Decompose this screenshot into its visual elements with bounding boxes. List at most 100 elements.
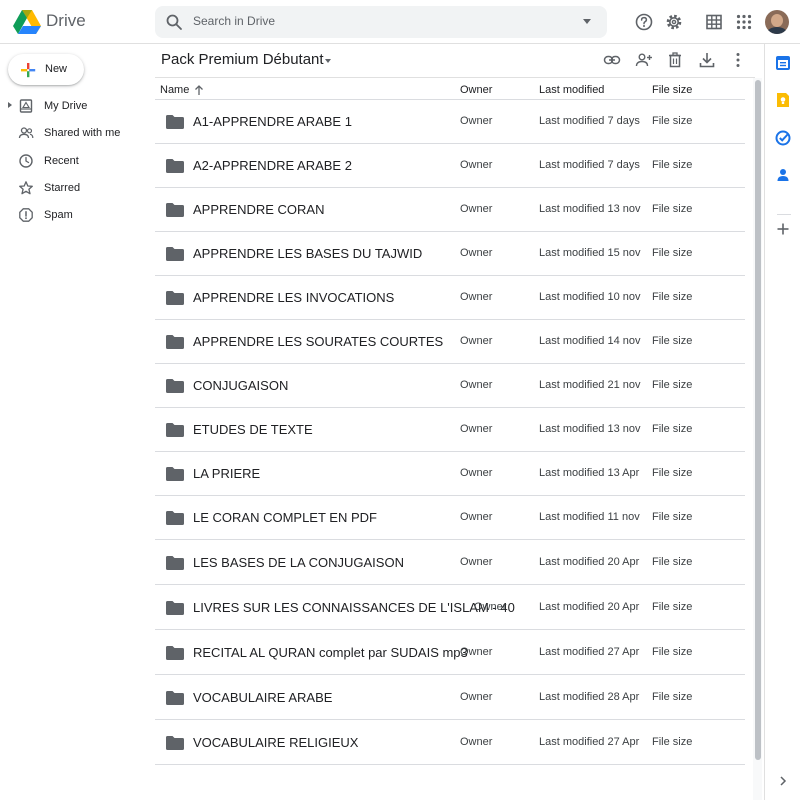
search-options-icon[interactable] (583, 19, 591, 24)
row-owner: Owner (460, 736, 493, 748)
calendar-icon[interactable] (774, 54, 792, 72)
folder-icon (166, 335, 184, 349)
sidebar-item-label: Recent (44, 155, 79, 167)
row-file-name: VOCABULAIRE ARABE (193, 690, 333, 705)
table-row[interactable]: LES BASES DE LA CONJUGAISON Owner Last m… (155, 540, 745, 585)
drive-logo-icon[interactable] (13, 9, 41, 35)
row-owner: Owner (460, 247, 493, 259)
sidebar-item-label: Shared with me (44, 127, 121, 139)
row-owner: Owner (474, 601, 507, 613)
row-owner: Owner (460, 556, 493, 568)
table-row[interactable]: ETUDES DE TEXTE Owner Last modified 13 n… (155, 408, 745, 452)
row-owner: Owner (460, 423, 493, 435)
grid-view-icon[interactable] (704, 12, 724, 32)
row-file-name: APPRENDRE CORAN (193, 202, 325, 217)
sidebar-item-recent[interactable]: Recent (0, 150, 150, 172)
table-row[interactable]: A1-APPRENDRE ARABE 1 Owner Last modified… (155, 100, 745, 144)
table-row[interactable]: A2-APPRENDRE ARABE 2 Owner Last modified… (155, 144, 745, 188)
row-file-size: File size (652, 423, 693, 435)
column-header-name[interactable]: Name (160, 84, 189, 96)
chevron-right-icon[interactable] (776, 774, 790, 788)
add-person-icon[interactable] (635, 51, 653, 69)
row-owner: Owner (460, 646, 493, 658)
settings-gear-icon[interactable] (664, 12, 684, 32)
row-owner: Owner (460, 159, 493, 171)
row-last-modified: Last modified 20 Apr (539, 556, 640, 568)
folder-icon (166, 556, 184, 570)
row-owner: Owner (460, 203, 493, 215)
sidebar-item-label: Starred (44, 182, 81, 194)
folder-icon (166, 736, 184, 750)
side-panel-divider (777, 214, 791, 215)
table-row[interactable]: VOCABULAIRE ARABE Owner Last modified 28… (155, 675, 745, 720)
more-vert-icon[interactable] (729, 51, 747, 69)
link-icon[interactable] (603, 51, 621, 69)
new-button[interactable]: New (8, 54, 84, 85)
row-file-name: LA PRIERE (193, 466, 261, 481)
table-row[interactable]: APPRENDRE LES BASES DU TAJWID Owner Last… (155, 232, 745, 276)
table-row[interactable]: LA PRIERE Owner Last modified 13 Apr Fil… (155, 452, 745, 496)
contacts-icon[interactable] (774, 166, 792, 184)
table-row[interactable]: LE CORAN COMPLET EN PDF Owner Last modif… (155, 496, 745, 540)
folder-icon (166, 691, 184, 705)
keep-icon[interactable] (774, 91, 792, 109)
plus-icon (21, 63, 36, 78)
add-addon-plus-icon[interactable] (774, 220, 792, 238)
row-file-size: File size (652, 601, 693, 613)
row-last-modified: Last modified 13 nov (539, 423, 641, 435)
folder-menu-chevron-icon[interactable] (325, 59, 331, 63)
trash-icon[interactable] (666, 51, 684, 69)
table-row[interactable]: APPRENDRE CORAN Owner Last modified 13 n… (155, 188, 745, 232)
row-owner: Owner (460, 467, 493, 479)
top-bar: Drive Search in Drive (0, 0, 800, 44)
search-bar[interactable]: Search in Drive (155, 6, 607, 38)
sidebar-item-label: Spam (44, 209, 73, 221)
sidebar-item-spam[interactable]: Spam (0, 204, 150, 226)
folder-icon (166, 646, 184, 660)
table-row[interactable]: APPRENDRE LES SOURATES COURTES Owner Las… (155, 320, 745, 364)
row-last-modified: Last modified 21 nov (539, 379, 641, 391)
sidebar-item-my-drive[interactable]: My Drive (0, 95, 150, 117)
table-row[interactable]: RECITAL AL QURAN complet par SUDAIS mp3 … (155, 630, 745, 675)
row-file-name: LES BASES DE LA CONJUGAISON (193, 555, 404, 570)
column-header-file-size[interactable]: File size (652, 84, 692, 96)
row-last-modified: Last modified 7 days (539, 115, 640, 127)
folder-icon (166, 511, 184, 525)
apps-grid-icon[interactable] (734, 12, 754, 32)
help-icon[interactable] (634, 12, 654, 32)
title-divider (155, 77, 755, 78)
sidebar-item-shared-with-me[interactable]: Shared with me (0, 122, 150, 144)
row-owner: Owner (460, 335, 493, 347)
expand-arrow-icon[interactable] (8, 102, 12, 108)
column-header-owner[interactable]: Owner (460, 84, 492, 96)
sidebar-item-starred[interactable]: Starred (0, 177, 150, 199)
folder-icon (166, 159, 184, 173)
table-row[interactable]: CONJUGAISON Owner Last modified 21 nov F… (155, 364, 745, 408)
tasks-icon[interactable] (774, 129, 792, 147)
row-owner: Owner (460, 291, 493, 303)
row-file-size: File size (652, 115, 693, 127)
row-file-name: A1-APPRENDRE ARABE 1 (193, 114, 352, 129)
shared-icon (18, 127, 34, 139)
row-file-size: File size (652, 646, 693, 658)
column-header-last-modified[interactable]: Last modified (539, 84, 604, 96)
row-owner: Owner (460, 379, 493, 391)
new-button-label: New (45, 63, 68, 75)
table-row[interactable]: VOCABULAIRE RELIGIEUX Owner Last modifie… (155, 720, 745, 765)
sidebar-item-label: My Drive (44, 100, 88, 112)
spam-icon (19, 208, 33, 222)
row-file-name: A2-APPRENDRE ARABE 2 (193, 158, 352, 173)
row-last-modified: Last modified 14 nov (539, 335, 641, 347)
search-input[interactable]: Search in Drive (193, 14, 275, 28)
scrollbar-thumb[interactable] (755, 80, 761, 760)
search-icon[interactable] (165, 13, 183, 31)
my-drive-icon (19, 99, 33, 113)
download-icon[interactable] (698, 51, 716, 69)
page-title[interactable]: Pack Premium Débutant (161, 51, 324, 68)
table-row[interactable]: APPRENDRE LES INVOCATIONS Owner Last mod… (155, 276, 745, 320)
brand-name[interactable]: Drive (46, 11, 86, 31)
avatar[interactable] (765, 10, 789, 34)
sort-arrow-up-icon[interactable] (194, 84, 204, 96)
row-last-modified: Last modified 27 Apr (539, 646, 640, 658)
table-row[interactable]: LIVRES SUR LES CONNAISSANCES DE L'ISLAM … (155, 585, 745, 630)
